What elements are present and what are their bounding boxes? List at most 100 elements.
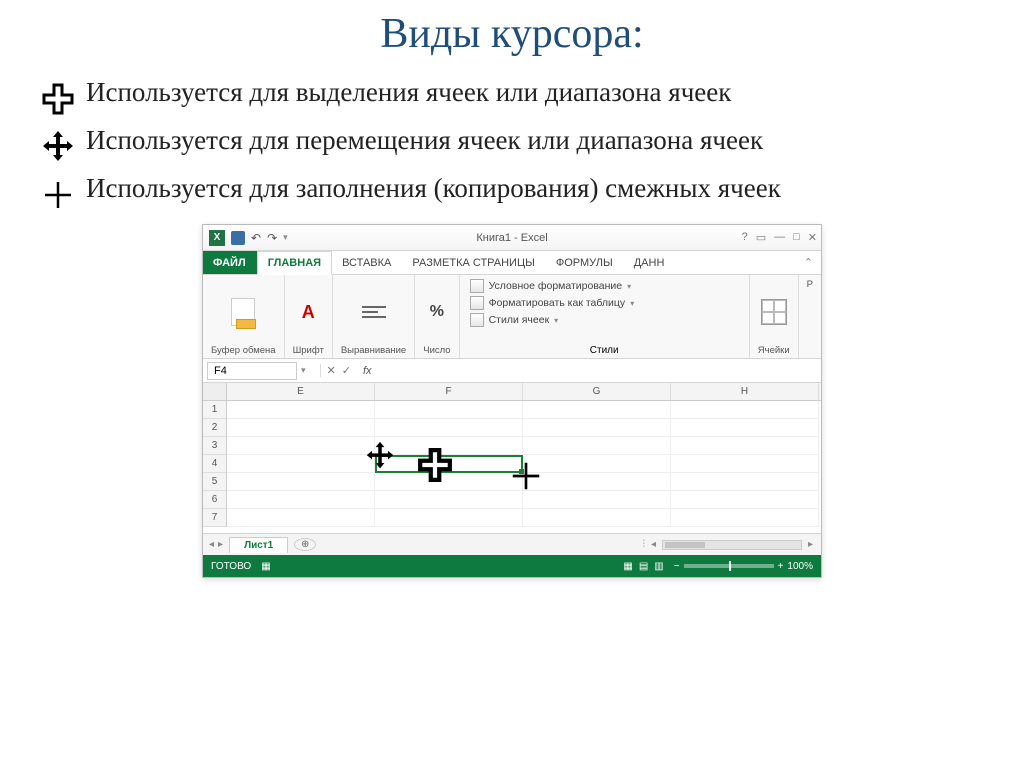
row-header[interactable]: 4	[203, 455, 226, 473]
item-fill-cursor: Используется для заполнения (копирования…	[0, 172, 1024, 212]
cells-icon[interactable]	[761, 299, 787, 325]
item-text: Используется для перемещения ячеек или д…	[86, 124, 763, 158]
col-header[interactable]: H	[671, 383, 819, 400]
sheet-tabs: ◂▸ Лист1 ⊕ ⫶ ◂ ▸	[203, 533, 821, 555]
alignment-icon[interactable]	[362, 300, 386, 324]
group-styles: Условное форматирование▾ Форматировать к…	[460, 275, 750, 358]
conditional-formatting-button[interactable]: Условное форматирование▾	[470, 279, 739, 293]
cancel-formula-icon[interactable]: ✕	[327, 364, 336, 377]
col-header[interactable]: F	[375, 383, 523, 400]
group-alignment[interactable]: Выравнивание	[333, 275, 415, 358]
label: Форматировать как таблицу	[489, 297, 626, 309]
undo-icon[interactable]: ↶	[251, 231, 261, 245]
minimize-icon[interactable]: —	[774, 231, 785, 244]
group-label: Шрифт	[293, 345, 324, 356]
worksheet-grid[interactable]: E F G H 1 2 3 4 5 6 7	[203, 383, 821, 533]
label: Стили ячеек	[489, 314, 550, 326]
group-label: Выравнивание	[341, 345, 406, 356]
excel-logo-icon: X	[209, 230, 225, 246]
redo-icon[interactable]: ↷	[267, 231, 277, 245]
group-font[interactable]: A Шрифт	[285, 275, 333, 358]
view-normal-icon[interactable]: ▦	[623, 561, 632, 572]
select-all-corner[interactable]	[203, 383, 227, 400]
status-text: ГОТОВО	[211, 561, 251, 572]
row-header[interactable]: 5	[203, 473, 226, 491]
group-label: Р	[807, 279, 813, 290]
zoom-value[interactable]: 100%	[787, 561, 813, 572]
status-bar: ГОТОВО ▦ ▦ ▤ ▥ − + 100%	[203, 555, 821, 577]
row-header[interactable]: 2	[203, 419, 226, 437]
tab-file[interactable]: ФАЙЛ	[203, 251, 257, 274]
col-header[interactable]: G	[523, 383, 671, 400]
item-select-cursor: Используется для выделения ячеек или диа…	[0, 76, 1024, 116]
cell-styles-button[interactable]: Стили ячеек▾	[470, 313, 739, 327]
excel-screenshot: X ↶ ↷ ▾ Книга1 - Excel ? ▭ — □ ✕ ФАЙЛ ГЛ…	[202, 224, 822, 578]
help-icon[interactable]: ?	[742, 231, 748, 244]
add-sheet-button[interactable]: ⊕	[294, 538, 316, 551]
close-icon[interactable]: ✕	[808, 231, 817, 244]
sheet-tab[interactable]: Лист1	[229, 537, 288, 553]
view-pagebreak-icon[interactable]: ▥	[654, 561, 663, 572]
ribbon-options-icon[interactable]: ▭	[756, 231, 766, 244]
sheet-nav-prev-icon[interactable]: ◂	[209, 539, 214, 550]
ribbon: Буфер обмена A Шрифт Выравнивание % Числ…	[203, 275, 821, 359]
page-title: Виды курсора:	[0, 10, 1024, 58]
cell-styles-icon	[470, 313, 484, 327]
fx-icon[interactable]: fx	[357, 365, 378, 377]
sheet-nav-next-icon[interactable]: ▸	[218, 539, 223, 550]
excel-titlebar: X ↶ ↷ ▾ Книга1 - Excel ? ▭ — □ ✕	[203, 225, 821, 251]
group-label: Стили	[470, 345, 739, 356]
tab-formulas[interactable]: ФОРМУЛЫ	[546, 251, 624, 274]
paste-icon[interactable]	[231, 298, 255, 326]
enter-formula-icon[interactable]: ✓	[342, 364, 351, 377]
window-title: Книга1 - Excel	[476, 232, 547, 244]
group-cells[interactable]: Ячейки	[750, 275, 799, 358]
col-header[interactable]: E	[227, 383, 375, 400]
group-number[interactable]: % Число	[415, 275, 459, 358]
maximize-icon[interactable]: □	[793, 231, 800, 244]
cursor-definitions: Используется для выделения ячеек или диа…	[0, 76, 1024, 212]
row-header[interactable]: 7	[203, 509, 226, 527]
horizontal-scrollbar[interactable]	[662, 540, 802, 550]
row-header[interactable]: 1	[203, 401, 226, 419]
collapse-ribbon-icon[interactable]: ⌃	[796, 251, 821, 274]
format-table-button[interactable]: Форматировать как таблицу▾	[470, 296, 739, 310]
formula-bar: F4 ▾ ✕ ✓ fx	[203, 359, 821, 383]
group-label: Число	[423, 345, 450, 356]
save-icon[interactable]	[231, 231, 245, 245]
item-text: Используется для выделения ячеек или диа…	[86, 76, 731, 110]
zoom-slider[interactable]	[684, 564, 774, 568]
tab-data[interactable]: ДАНН	[624, 251, 676, 274]
cond-fmt-icon	[470, 279, 484, 293]
namebox-dropdown-icon[interactable]: ▾	[301, 365, 312, 376]
percent-icon[interactable]: %	[430, 303, 444, 321]
group-label: Буфер обмена	[211, 345, 276, 356]
fmt-table-icon	[470, 296, 484, 310]
item-move-cursor: Используется для перемещения ячеек или д…	[0, 124, 1024, 164]
row-header[interactable]: 3	[203, 437, 226, 455]
tab-insert[interactable]: ВСТАВКА	[332, 251, 402, 274]
qat-dropdown-icon[interactable]: ▾	[283, 232, 288, 243]
quick-access-toolbar: X ↶ ↷ ▾	[203, 230, 288, 246]
select-cursor-icon	[30, 76, 86, 116]
group-clipboard[interactable]: Буфер обмена	[203, 275, 285, 358]
item-text: Используется для заполнения (копирования…	[86, 172, 781, 206]
label: Условное форматирование	[489, 280, 623, 292]
tab-layout[interactable]: РАЗМЕТКА СТРАНИЦЫ	[402, 251, 545, 274]
font-icon[interactable]: A	[302, 302, 315, 323]
macro-record-icon[interactable]: ▦	[261, 561, 270, 572]
fill-cursor-icon	[30, 172, 86, 212]
scroll-left-icon[interactable]: ◂	[651, 539, 656, 550]
group-editing[interactable]: Р	[799, 275, 821, 358]
ribbon-tabs: ФАЙЛ ГЛАВНАЯ ВСТАВКА РАЗМЕТКА СТРАНИЦЫ Ф…	[203, 251, 821, 275]
view-layout-icon[interactable]: ▤	[639, 561, 648, 572]
group-label: Ячейки	[758, 345, 790, 356]
tab-home[interactable]: ГЛАВНАЯ	[257, 251, 332, 275]
name-box[interactable]: F4	[207, 362, 297, 380]
scroll-right-icon[interactable]: ▸	[808, 539, 813, 550]
zoom-in-icon[interactable]: +	[778, 561, 784, 572]
zoom-control[interactable]: − + 100%	[674, 561, 813, 572]
row-header[interactable]: 6	[203, 491, 226, 509]
move-cursor-icon	[30, 124, 86, 164]
zoom-out-icon[interactable]: −	[674, 561, 680, 572]
